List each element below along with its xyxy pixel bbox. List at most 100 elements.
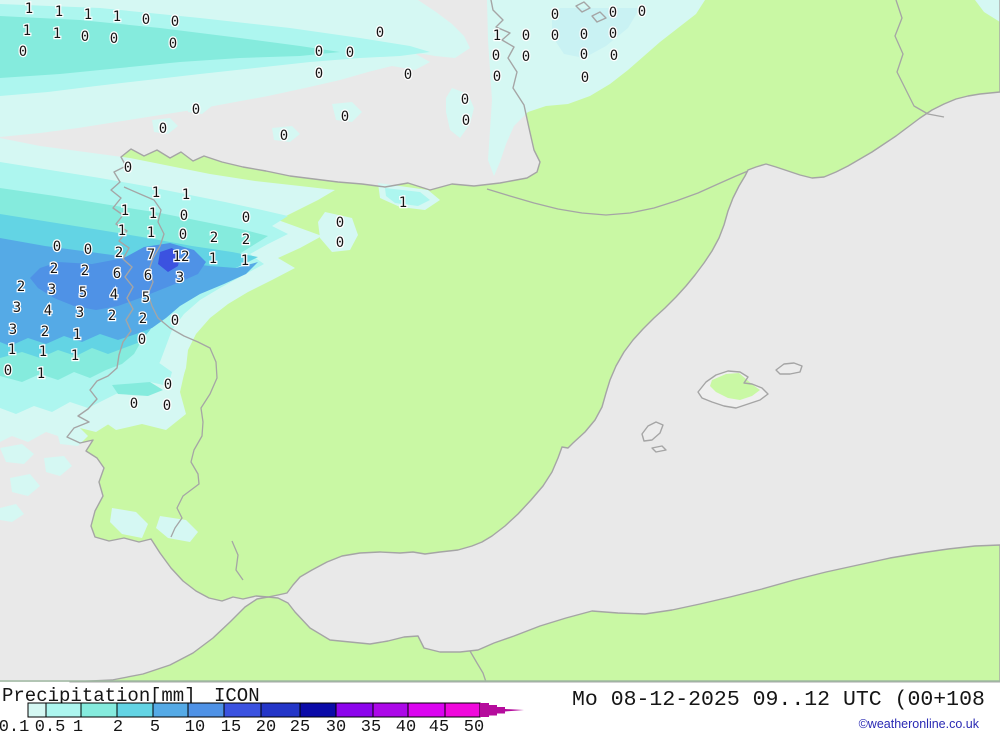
precip-value: 4 <box>44 303 52 319</box>
precip-value: 0 <box>130 396 138 412</box>
precip-value: 2 <box>41 324 49 340</box>
legend-tick-label: 50 <box>464 718 484 733</box>
precip-value: 3 <box>48 282 56 298</box>
precip-value: 0 <box>610 48 618 64</box>
precip-value: 0 <box>81 29 89 45</box>
precip-value: 0 <box>179 227 187 243</box>
precip-value: 0 <box>180 208 188 224</box>
precip-value: 2 <box>108 308 116 324</box>
precip-value: 7 <box>147 247 155 263</box>
precip-value: 3 <box>76 305 84 321</box>
precip-value: 0 <box>84 242 92 258</box>
weather-map-page: 1111001100000000000000100000000000000011… <box>0 0 1000 733</box>
precip-value: 0 <box>376 25 384 41</box>
precip-value: 0 <box>280 128 288 144</box>
precip-value: 1 <box>39 344 47 360</box>
precip-value: 1 <box>121 203 129 219</box>
precip-value: 2 <box>50 261 58 277</box>
precip-value: 0 <box>159 121 167 137</box>
precip-value: 1 <box>118 223 126 239</box>
precip-value: 0 <box>580 27 588 43</box>
precip-value: 1 <box>73 327 81 343</box>
precip-value: 1 <box>399 195 407 211</box>
precip-value: 0 <box>142 12 150 28</box>
legend-tick-label: 45 <box>429 718 449 733</box>
legend-tick-label: 5 <box>150 718 160 733</box>
precip-value: 12 <box>173 249 190 265</box>
legend-color-cell <box>335 702 374 718</box>
precip-value: 0 <box>124 160 132 176</box>
precip-value: 0 <box>609 5 617 21</box>
map-canvas: 1 1 1 1 0 01 1 0 0 00 0000 000 0 00 1 0 0 0 00 0 0 0 00 0 000 01 1… <box>0 0 1000 733</box>
datetime-label: Mo 08-12-2025 09..12 UTC (00+108 <box>572 688 985 712</box>
legend-tick-label: 2 <box>113 718 123 733</box>
precip-value: 0 <box>462 113 470 129</box>
legend-color-cell <box>444 702 481 718</box>
copyright-label: ©weatheronline.co.uk <box>859 717 980 731</box>
precip-value: 5 <box>79 285 87 301</box>
precip-value: 2 <box>17 279 25 295</box>
precip-value: 0 <box>581 70 589 86</box>
legend-color-cell <box>407 702 446 718</box>
legend-tick-label: 0.1 <box>0 718 29 733</box>
precip-value: 0 <box>192 102 200 118</box>
legend-color-cell <box>152 702 189 718</box>
precip-value: 1 <box>55 4 63 20</box>
precip-value: 3 <box>176 270 184 286</box>
precip-value: 0 <box>461 92 469 108</box>
precip-value: 0 <box>522 49 530 65</box>
precip-value: 0 <box>4 363 12 379</box>
precip-value: 0 <box>53 239 61 255</box>
legend-tick-label: 0.5 <box>35 718 66 733</box>
precip-value: 0 <box>19 44 27 60</box>
precip-value: 1 <box>152 185 160 201</box>
legend-tick-label: 30 <box>326 718 346 733</box>
precip-value: 1 <box>182 187 190 203</box>
precip-value: 1 <box>493 28 501 44</box>
precip-value: 4 <box>110 287 118 303</box>
precip-value: 0 <box>551 28 559 44</box>
legend-color-cell <box>116 702 154 718</box>
legend-tick-label: 10 <box>185 718 205 733</box>
precip-value: 1 <box>23 23 31 39</box>
precip-value: 1 <box>53 26 61 42</box>
legend-color-cell <box>372 702 409 718</box>
precip-value: 2 <box>139 311 147 327</box>
precip-value: 1 <box>8 342 16 358</box>
legend-color-cell <box>45 702 82 718</box>
precip-value: 0 <box>493 69 501 85</box>
precip-value: 0 <box>315 66 323 82</box>
precip-value: 2 <box>81 263 89 279</box>
precip-value: 0 <box>164 377 172 393</box>
precip-value: 2 <box>210 230 218 246</box>
legend-tick-label: 35 <box>361 718 381 733</box>
legend-tick-label: 1 <box>73 718 83 733</box>
precip-value: 0 <box>171 313 179 329</box>
precip-value: 1 <box>113 9 121 25</box>
precip-value: 0 <box>315 44 323 60</box>
precip-value: 6 <box>144 268 152 284</box>
legend-color-cell <box>27 702 47 718</box>
legend-color-cell <box>187 702 225 718</box>
precip-value: 1 <box>241 253 249 269</box>
precip-value: 0 <box>242 210 250 226</box>
precip-value: 0 <box>551 7 559 23</box>
precip-value: 0 <box>110 31 118 47</box>
precip-value: 0 <box>138 332 146 348</box>
precip-value: 1 <box>149 206 157 222</box>
precip-value: 0 <box>580 47 588 63</box>
precip-value: 0 <box>169 36 177 52</box>
precip-value: 1 <box>25 1 33 17</box>
precip-value: 0 <box>346 45 354 61</box>
precip-value: 1 <box>71 348 79 364</box>
precip-value: 0 <box>492 48 500 64</box>
precip-value: 3 <box>13 300 21 316</box>
precip-value: 5 <box>142 290 150 306</box>
precip-value: 1 <box>37 366 45 382</box>
precip-value: 0 <box>163 398 171 414</box>
precip-value: 2 <box>242 232 250 248</box>
precip-value: 0 <box>336 235 344 251</box>
legend-color-bar <box>27 702 481 718</box>
precip-value: 0 <box>522 28 530 44</box>
precip-value: 0 <box>404 67 412 83</box>
